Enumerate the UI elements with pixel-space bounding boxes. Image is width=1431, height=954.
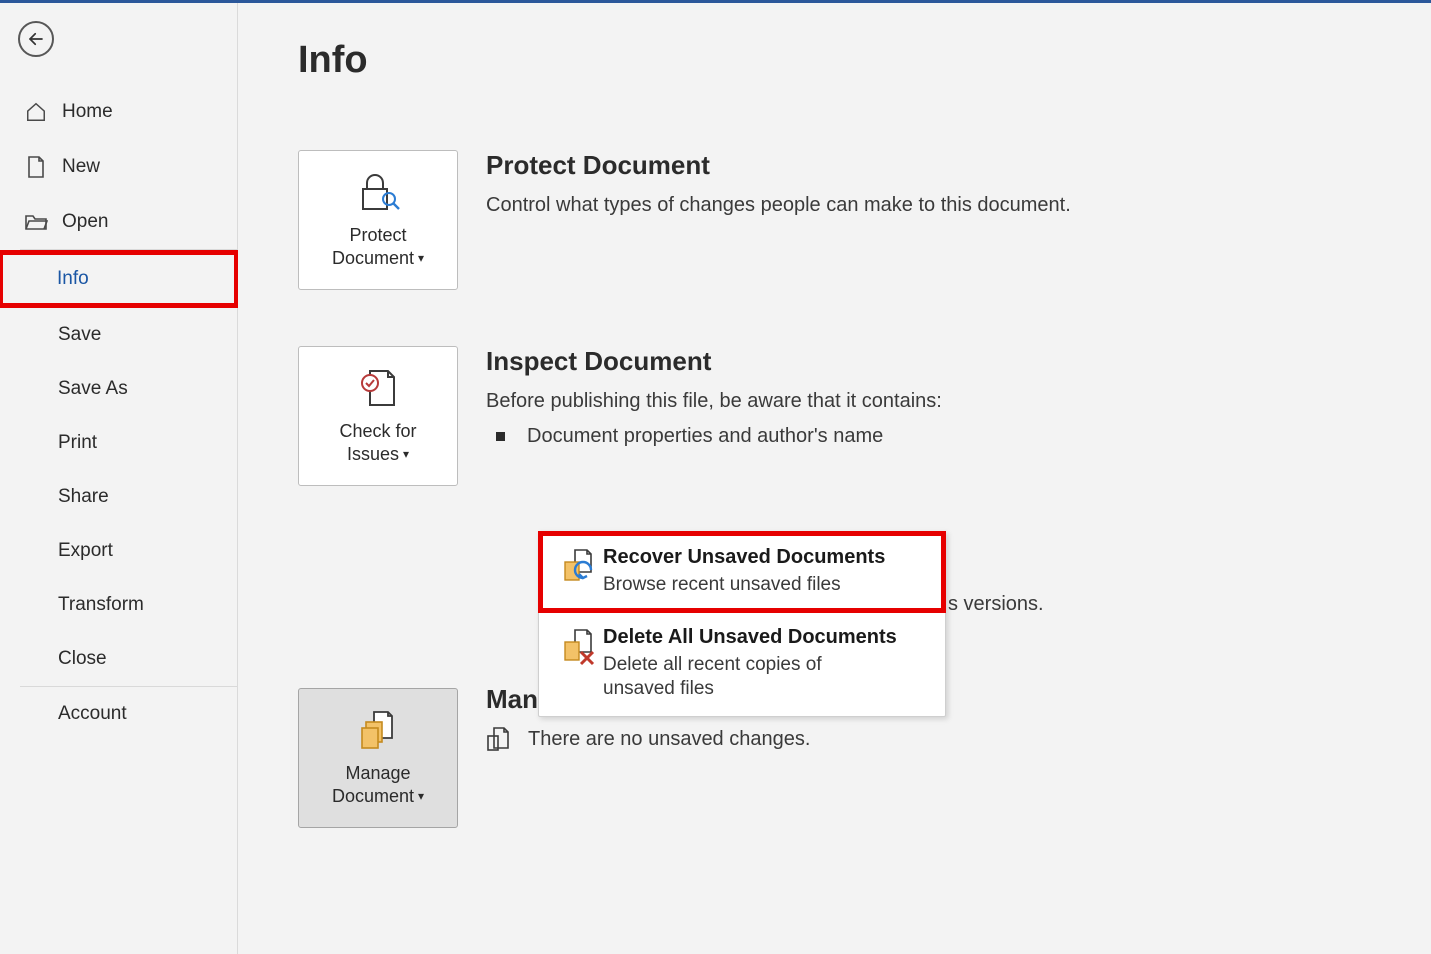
delete-docs-icon [561, 628, 601, 668]
main-content: Info Protect Document▾ Protect Document … [238, 3, 1431, 954]
folder-open-icon [24, 212, 48, 232]
nav-save[interactable]: Save [0, 308, 237, 362]
protect-row: Protect Document▾ Protect Document Contr… [298, 150, 1371, 290]
nav-new-label: New [62, 156, 100, 178]
recover-icon [561, 548, 601, 588]
chevron-down-icon: ▾ [418, 251, 424, 267]
inspect-text: Inspect Document Before publishing this … [486, 346, 942, 448]
recover-title: Recover Unsaved Documents [603, 546, 885, 569]
inspect-row: Check for Issues▾ Inspect Document Befor… [298, 346, 1371, 486]
chevron-down-icon: ▾ [418, 789, 424, 805]
manage-desc-row: There are no unsaved changes. [486, 725, 810, 753]
protect-text: Protect Document Control what types of c… [486, 150, 1071, 219]
nav-new[interactable]: New [0, 139, 237, 195]
nav-info[interactable]: Info [0, 252, 237, 306]
nav-saveas[interactable]: Save As [0, 362, 237, 416]
nav-account-label: Account [58, 703, 127, 725]
new-doc-icon [26, 155, 46, 179]
inspect-bullet1: Document properties and author's name [527, 425, 883, 448]
nav-home-label: Home [62, 101, 113, 123]
manage-document-button[interactable]: Manage Document▾ [298, 688, 458, 828]
check-issues-button[interactable]: Check for Issues▾ [298, 346, 458, 486]
inspect-title: Inspect Document [486, 346, 942, 377]
nav-list: Home New Open Info Save Save As Print Sh… [0, 85, 237, 741]
nav-close[interactable]: Close [0, 632, 237, 686]
protect-document-button[interactable]: Protect Document▾ [298, 150, 458, 290]
manage-document-menu: Recover Unsaved Documents Browse recent … [538, 531, 946, 717]
doc-small-icon [486, 726, 510, 752]
manage-btn-line2: Document [332, 785, 414, 808]
nav-home[interactable]: Home [0, 85, 237, 139]
nav-saveas-label: Save As [58, 378, 128, 400]
nav-close-label: Close [58, 648, 107, 670]
delete-desc: Delete all recent copies of unsaved file… [603, 653, 863, 702]
nav-open-label: Open [62, 211, 108, 233]
protect-btn-line2: Document [332, 247, 414, 270]
backstage-sidebar: Home New Open Info Save Save As Print Sh… [0, 3, 238, 954]
manage-btn-line1: Manage [345, 762, 410, 785]
nav-export-label: Export [58, 540, 113, 562]
back-button[interactable] [18, 21, 54, 57]
nav-info-label: Info [57, 268, 89, 290]
protect-title: Protect Document [486, 150, 1071, 181]
nav-share-label: Share [58, 486, 109, 508]
lock-key-icon [355, 171, 401, 213]
versions-fragment: s versions. [948, 593, 1044, 616]
nav-separator [20, 249, 237, 250]
manage-desc: There are no unsaved changes. [528, 725, 810, 753]
nav-open[interactable]: Open [0, 195, 237, 249]
menu-recover-unsaved[interactable]: Recover Unsaved Documents Browse recent … [539, 532, 945, 612]
arrow-left-icon [27, 30, 45, 48]
nav-export[interactable]: Export [0, 524, 237, 578]
nav-save-label: Save [58, 324, 101, 346]
protect-desc: Control what types of changes people can… [486, 191, 1071, 219]
page-title: Info [298, 39, 1371, 82]
doc-stack-icon [356, 710, 400, 750]
protect-btn-line1: Protect [349, 224, 406, 247]
main-container: Home New Open Info Save Save As Print Sh… [0, 3, 1431, 954]
inspect-btn-line1: Check for [339, 420, 416, 443]
recover-desc: Browse recent unsaved files [603, 573, 863, 598]
nav-account[interactable]: Account [0, 687, 237, 741]
nav-info-highlight: Info [0, 252, 237, 306]
doc-check-icon [356, 367, 400, 409]
home-icon [25, 101, 47, 123]
inspect-desc: Before publishing this file, be aware th… [486, 387, 942, 415]
nav-print-label: Print [58, 432, 97, 454]
menu-delete-unsaved[interactable]: Delete All Unsaved Documents Delete all … [539, 612, 945, 716]
nav-share[interactable]: Share [0, 470, 237, 524]
bullet-icon [496, 432, 505, 441]
nav-transform[interactable]: Transform [0, 578, 237, 632]
chevron-down-icon: ▾ [403, 447, 409, 463]
inspect-bullet-item: Document properties and author's name [486, 425, 942, 448]
nav-print[interactable]: Print [0, 416, 237, 470]
inspect-btn-line2: Issues [347, 443, 399, 466]
nav-transform-label: Transform [58, 594, 144, 616]
delete-title: Delete All Unsaved Documents [603, 626, 897, 649]
